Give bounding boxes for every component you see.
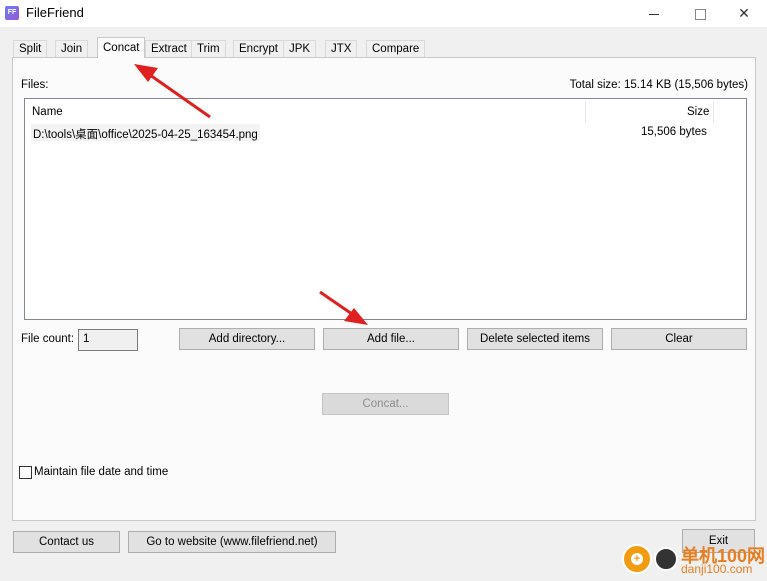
- add-file-button[interactable]: Add file...: [323, 328, 459, 350]
- plus-icon: +: [631, 553, 643, 565]
- column-divider[interactable]: [585, 101, 586, 123]
- minimize-icon: [649, 13, 659, 15]
- tab-jtx[interactable]: JTX: [325, 40, 358, 57]
- file-name: D:\tools\桌面\office\2025-04-25_163454.png: [33, 129, 258, 141]
- list-item[interactable]: D:\tools\桌面\office\2025-04-25_163454.png: [31, 124, 260, 141]
- tab-join[interactable]: Join: [55, 40, 89, 57]
- file-list[interactable]: Name Size D:\tools\桌面\office\2025-04-25_…: [24, 98, 747, 320]
- tab-split[interactable]: Split: [13, 40, 48, 57]
- window-title: FileFriend: [26, 5, 84, 20]
- app-icon: FF: [5, 6, 19, 20]
- close-icon: ✕: [738, 5, 750, 21]
- column-header-name[interactable]: Name: [32, 106, 63, 118]
- watermark-logo: +: [622, 544, 652, 574]
- concat-button[interactable]: Concat...: [322, 393, 449, 415]
- column-header-size[interactable]: Size: [687, 106, 709, 118]
- watermark-logo-secondary: [654, 547, 678, 571]
- total-size: Total size: 15.14 KB (15,506 bytes): [569, 79, 748, 91]
- column-divider[interactable]: [713, 101, 714, 123]
- tab-compare[interactable]: Compare: [366, 40, 426, 57]
- add-directory-button[interactable]: Add directory...: [179, 328, 315, 350]
- tab-jpk[interactable]: JPK: [283, 40, 317, 57]
- maintain-date-checkbox[interactable]: [19, 466, 32, 479]
- file-size: 15,506 bytes: [641, 126, 707, 138]
- file-count-field: 1: [78, 329, 138, 351]
- maintain-date-label[interactable]: Maintain file date and time: [34, 466, 168, 478]
- contact-us-button[interactable]: Contact us: [13, 531, 120, 553]
- maximize-icon: [694, 8, 706, 20]
- minimize-button[interactable]: [631, 0, 677, 27]
- maximize-button[interactable]: [677, 0, 723, 27]
- tab-concat[interactable]: Concat: [97, 37, 145, 58]
- clear-button[interactable]: Clear: [611, 328, 747, 350]
- delete-selected-button[interactable]: Delete selected items: [467, 328, 603, 350]
- file-count-label: File count:: [21, 333, 75, 345]
- website-button[interactable]: Go to website (www.filefriend.net): [128, 531, 336, 553]
- watermark-url: danji100.com: [681, 562, 753, 576]
- files-label: Files:: [21, 79, 49, 91]
- title-bar: FF FileFriend ✕: [0, 0, 767, 27]
- tab-encrypt[interactable]: Encrypt: [233, 40, 284, 57]
- close-button[interactable]: ✕: [721, 0, 767, 27]
- tab-extract[interactable]: Extract: [145, 40, 193, 57]
- tab-trim[interactable]: Trim: [191, 40, 226, 57]
